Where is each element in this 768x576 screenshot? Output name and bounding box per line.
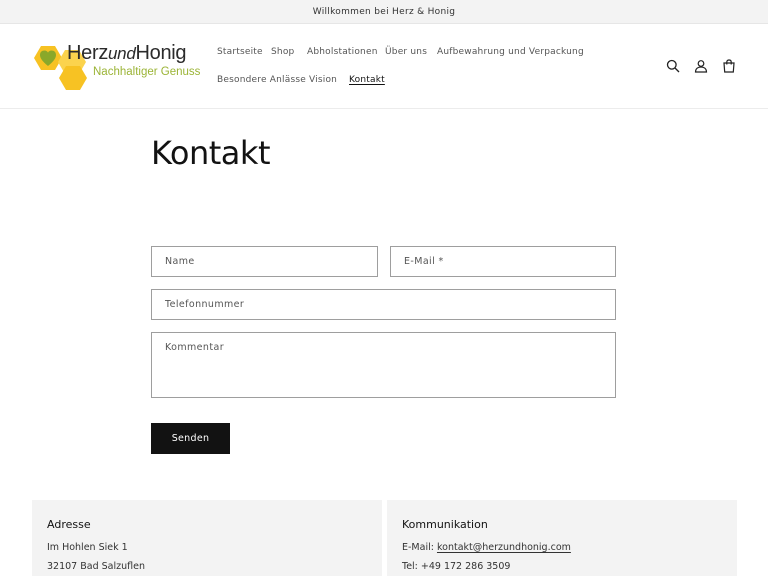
name-placeholder: Name: [165, 256, 195, 267]
email-placeholder: E-Mail *: [404, 256, 444, 267]
nav-startseite[interactable]: Startseite: [217, 47, 263, 57]
email-label: E-Mail:: [402, 542, 434, 553]
nav-abholstationen[interactable]: Abholstationen: [307, 47, 378, 57]
logo-word-herz: Herz: [67, 42, 109, 64]
communication-title: Kommunikation: [402, 518, 488, 531]
nav-shop[interactable]: Shop: [271, 47, 294, 57]
nav-aufbewahrung[interactable]: Aufbewahrung und Verpackung: [437, 47, 584, 57]
logo-word-und: und: [108, 44, 136, 63]
announcement-bar: Willkommen bei Herz & Honig: [0, 0, 768, 24]
phone-placeholder: Telefonnummer: [165, 299, 245, 310]
name-field[interactable]: Name: [151, 246, 378, 277]
search-icon[interactable]: [664, 57, 682, 75]
announcement-text: Willkommen bei Herz & Honig: [312, 6, 456, 17]
comment-placeholder: Kommentar: [165, 342, 224, 353]
logo-tagline: Nachhaltiger Genuss: [93, 66, 201, 78]
send-button[interactable]: Senden: [151, 423, 230, 454]
phone-field[interactable]: Telefonnummer: [151, 289, 616, 320]
page-title: Kontakt: [151, 134, 270, 172]
nav-vision[interactable]: Vision: [309, 75, 337, 85]
address-street: Im Hohlen Siek 1: [47, 542, 128, 553]
account-icon[interactable]: [692, 57, 710, 75]
address-city: 32107 Bad Salzuflen: [47, 561, 145, 572]
communication-email-line: E-Mail: kontakt@herzundhonig.com: [402, 542, 571, 553]
nav-besondere-anlaesse[interactable]: Besondere Anlässe: [217, 75, 306, 85]
cart-icon[interactable]: [720, 57, 738, 75]
comment-field[interactable]: Kommentar: [151, 332, 616, 398]
nav-ueber-uns[interactable]: Über uns: [385, 47, 427, 57]
nav-kontakt[interactable]: Kontakt: [349, 75, 385, 85]
site-header: HerzundHonig Nachhaltiger Genuss Startse…: [0, 24, 768, 109]
communication-phone: Tel: +49 172 286 3509: [402, 561, 511, 572]
address-card: Adresse Im Hohlen Siek 1 32107 Bad Salzu…: [32, 500, 382, 576]
address-title: Adresse: [47, 518, 91, 531]
logo[interactable]: HerzundHonig Nachhaltiger Genuss: [30, 40, 200, 92]
logo-wordmark: HerzundHonig: [67, 42, 187, 65]
email-field[interactable]: E-Mail *: [390, 246, 616, 277]
email-link[interactable]: kontakt@herzundhonig.com: [437, 542, 571, 553]
communication-card: Kommunikation E-Mail: kontakt@herzundhon…: [387, 500, 737, 576]
logo-word-honig: Honig: [135, 42, 187, 64]
